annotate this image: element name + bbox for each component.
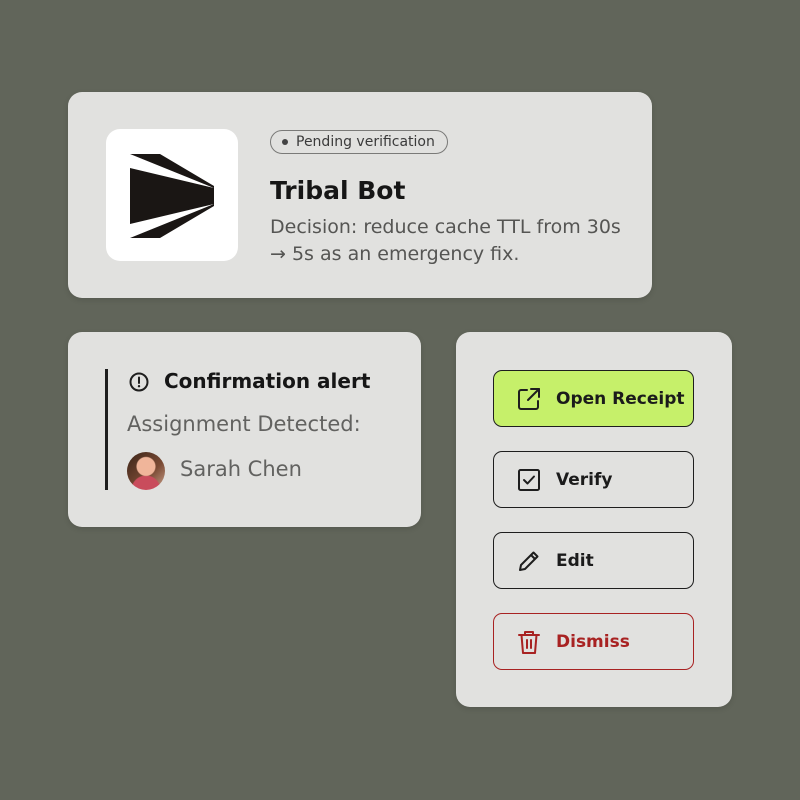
alert-accent-bar xyxy=(105,369,108,490)
dismiss-label: Dismiss xyxy=(556,631,630,652)
actions-card: Open Receipt Verify Edit Dismiss xyxy=(456,332,732,707)
alert-subtitle: Assignment Detected: xyxy=(127,412,361,436)
open-receipt-button[interactable]: Open Receipt xyxy=(493,370,694,427)
edit-button[interactable]: Edit xyxy=(493,532,694,589)
external-link-icon xyxy=(516,386,542,412)
status-badge-label: Pending verification xyxy=(296,134,435,150)
status-dot xyxy=(282,139,288,145)
checkbox-icon xyxy=(516,467,542,493)
open-receipt-label: Open Receipt xyxy=(556,388,685,409)
verify-label: Verify xyxy=(556,469,613,490)
assignee-name: Sarah Chen xyxy=(180,457,302,481)
dismiss-button[interactable]: Dismiss xyxy=(493,613,694,670)
pencil-icon xyxy=(516,548,542,574)
status-badge: Pending verification xyxy=(270,130,448,154)
edit-label: Edit xyxy=(556,550,594,571)
bot-name: Tribal Bot xyxy=(270,176,406,205)
avatar xyxy=(127,452,165,490)
trash-icon xyxy=(516,629,542,655)
bot-logo xyxy=(106,129,238,261)
alert-title: Confirmation alert xyxy=(164,369,371,393)
bot-card: Pending verification Tribal Bot Decision… xyxy=(68,92,652,298)
bot-decision-text: Decision: reduce cache TTL from 30s → 5s… xyxy=(270,216,621,265)
verify-button[interactable]: Verify xyxy=(493,451,694,508)
confirmation-alert-card: Confirmation alert Assignment Detected: … xyxy=(68,332,421,527)
tribal-logo-icon xyxy=(130,154,214,238)
alert-circle-icon xyxy=(129,372,149,392)
